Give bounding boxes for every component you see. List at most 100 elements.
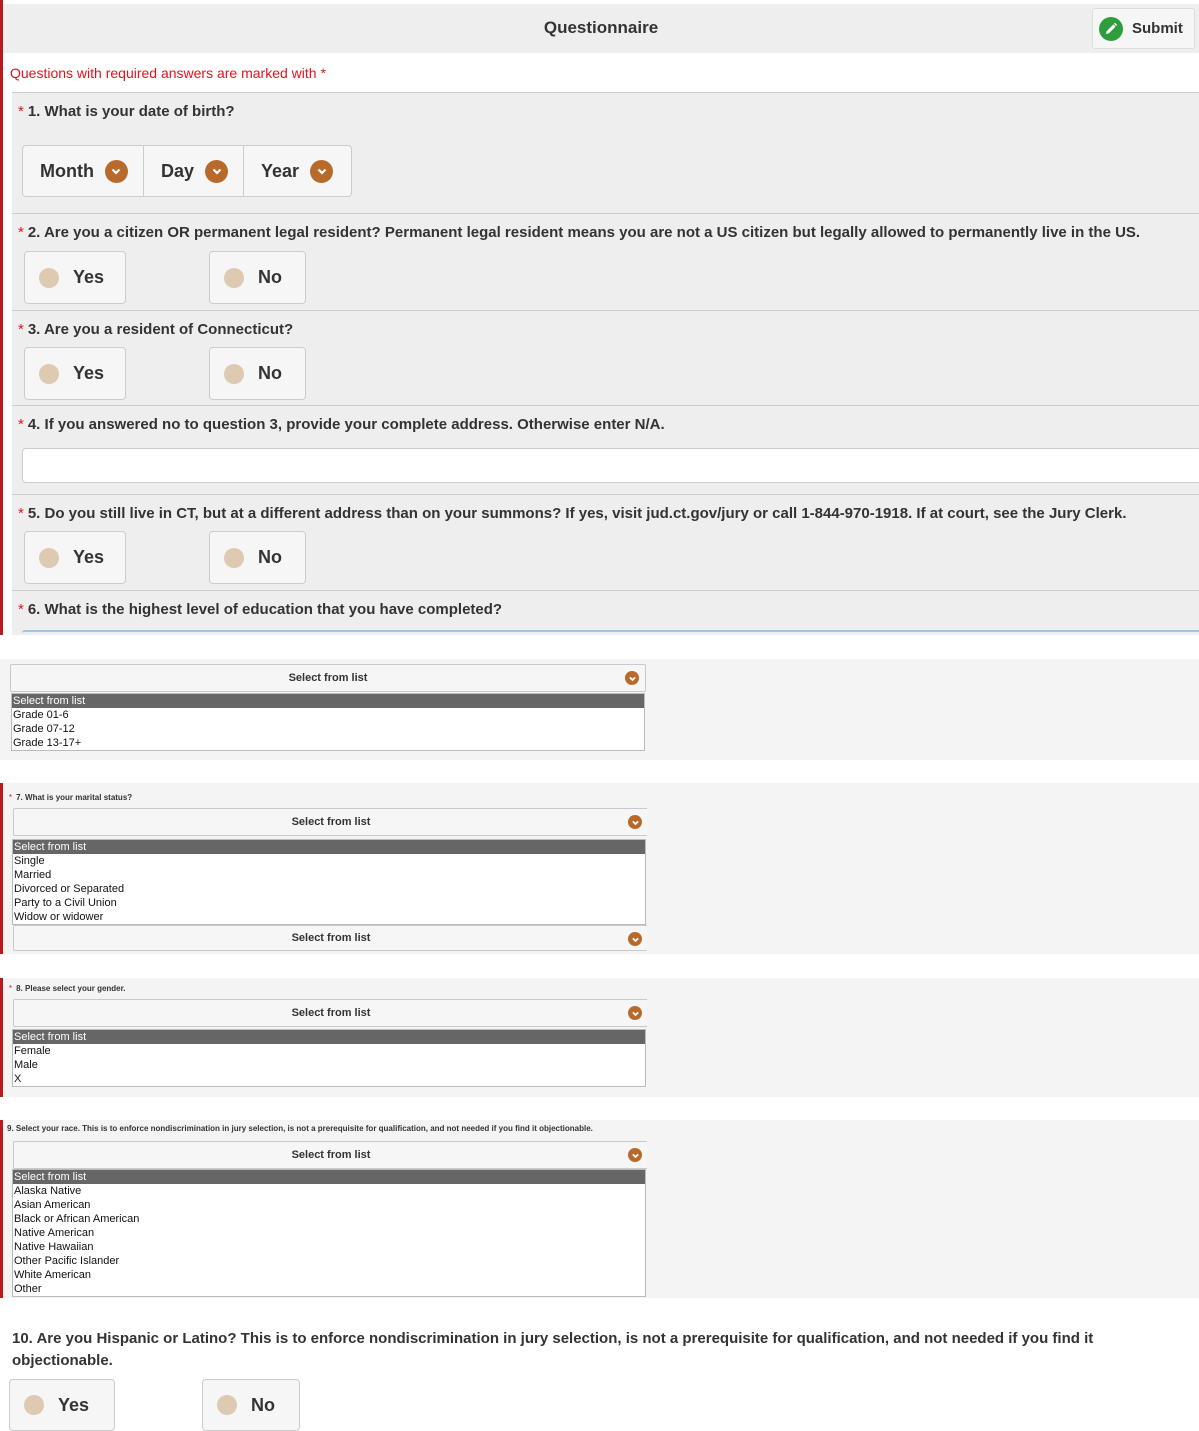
q9-options-list: Select from list Alaska Native Asian Ame…: [12, 1169, 646, 1297]
required-star: *: [18, 505, 24, 522]
q9-select-panel: 9. Select your race. This is to enforce …: [0, 1120, 649, 1298]
chevron-down-icon: [625, 671, 639, 685]
question-4: * 4. If you answered no to question 3, pr…: [12, 405, 1199, 494]
q5-yes-radio[interactable]: Yes: [24, 531, 126, 584]
option[interactable]: Select from list: [13, 840, 645, 854]
q7-select-underneath[interactable]: Select from list: [13, 925, 649, 951]
page-title: Questionnaire: [543, 18, 659, 37]
day-dropdown[interactable]: Day: [144, 146, 245, 196]
option[interactable]: Grade 01-6: [12, 708, 644, 722]
option[interactable]: Native American: [13, 1226, 645, 1240]
required-star: *: [18, 224, 24, 241]
question-8-text: * 8. Please select your gender.: [9, 984, 126, 993]
q9-race-select[interactable]: Select from list: [13, 1141, 649, 1169]
option[interactable]: Married: [13, 868, 645, 882]
option[interactable]: Native Hawaiian: [13, 1240, 645, 1254]
radio-circle-icon: [39, 547, 59, 568]
chevron-down-icon: [310, 159, 334, 183]
option[interactable]: Divorced or Separated: [13, 882, 645, 896]
option[interactable]: Asian American: [13, 1198, 645, 1212]
radio-circle-icon: [224, 547, 244, 568]
q10-yes-radio[interactable]: Yes: [9, 1379, 115, 1431]
question-5-text: * 5. Do you still live in CT, but at a di…: [18, 505, 1127, 522]
question-6-text: * 6. What is the highest level of educati…: [18, 601, 503, 618]
chevron-down-icon: [104, 159, 128, 183]
option[interactable]: Black or African American: [13, 1212, 645, 1226]
radio-circle-icon: [39, 363, 59, 384]
radio-circle-icon: [39, 267, 59, 288]
q6-education-select[interactable]: Select from list: [10, 664, 646, 692]
header-bar: Questionnaire Submit: [3, 0, 1199, 53]
required-star: *: [9, 984, 13, 993]
q8-options-list: Select from list Female Male X: [12, 1029, 646, 1087]
chevron-down-icon: [205, 159, 229, 183]
question-9-text: 9. Select your race. This is to enforce …: [7, 1124, 593, 1133]
required-star: *: [18, 416, 24, 433]
submit-label: Submit: [1132, 20, 1183, 37]
q7-options-list: Select from list Single Married Divorced…: [12, 839, 646, 925]
question-7-text: * 7. What is your marital status?: [9, 793, 133, 802]
required-star: *: [9, 793, 13, 802]
option[interactable]: Grade 13-17+: [12, 736, 644, 750]
option[interactable]: Alaska Native: [13, 1184, 645, 1198]
question-1-text: * 1. What is your date of birth?: [18, 103, 235, 120]
panel-background: [647, 1120, 1199, 1298]
required-note: Questions with required answers are mark…: [10, 65, 326, 81]
question-3: * 3. Are you a resident of Connecticut? Y…: [12, 310, 1199, 405]
select-label: Select from list: [291, 1007, 371, 1019]
question-10-text: 10. Are you Hispanic or Latino? This is …: [12, 1330, 1094, 1369]
option[interactable]: Single: [13, 854, 645, 868]
option[interactable]: X: [13, 1072, 645, 1086]
option[interactable]: Male: [13, 1058, 645, 1072]
address-input[interactable]: [22, 448, 1199, 483]
option[interactable]: Select from list: [13, 1170, 645, 1184]
question-2-text: * 2. Are you a citizen OR permanent legal…: [18, 224, 1141, 241]
day-label: Day: [160, 160, 195, 181]
select-label: Select from list: [291, 816, 371, 828]
q10-no-radio[interactable]: No: [202, 1379, 300, 1431]
option[interactable]: Widow or widower: [13, 910, 645, 924]
month-dropdown[interactable]: Month: [23, 146, 144, 196]
option[interactable]: Select from list: [13, 1030, 645, 1044]
option[interactable]: Female: [13, 1044, 645, 1058]
question-4-text: * 4. If you answered no to question 3, pr…: [18, 416, 665, 433]
pencil-icon: [1099, 16, 1123, 41]
option[interactable]: Grade 07-12: [12, 722, 644, 736]
option[interactable]: Party to a Civil Union: [13, 896, 645, 910]
chevron-down-icon: [628, 1006, 642, 1020]
panel-background: [647, 783, 1199, 954]
question-5: * 5. Do you still live in CT, but at a di…: [12, 494, 1199, 590]
q3-yes-radio[interactable]: Yes: [24, 347, 126, 400]
q3-no-radio[interactable]: No: [209, 347, 306, 400]
required-star: *: [18, 601, 24, 618]
q8-gender-select[interactable]: Select from list: [13, 999, 649, 1027]
option[interactable]: White American: [13, 1268, 645, 1282]
option[interactable]: Other: [13, 1282, 645, 1296]
q6-select-panel: Select from list Select from list Grade …: [0, 659, 647, 760]
year-dropdown[interactable]: Year: [244, 146, 348, 196]
select-label: Select from list: [291, 1149, 371, 1161]
q8-select-panel: * 8. Please select your gender. Select fr…: [0, 978, 649, 1097]
panel-background: [647, 978, 1199, 1097]
required-star: *: [18, 103, 24, 120]
select-label: Select from list: [288, 672, 368, 684]
required-star: *: [18, 321, 24, 338]
question-2: * 2. Are you a citizen OR permanent legal…: [12, 213, 1199, 310]
question-1: * 1. What is your date of birth? Month Da…: [12, 92, 1199, 213]
option[interactable]: Other Pacific Islander: [13, 1254, 645, 1268]
submit-button[interactable]: Submit: [1092, 8, 1195, 49]
month-label: Month: [40, 160, 94, 181]
q5-no-radio[interactable]: No: [209, 531, 306, 584]
q2-no-radio[interactable]: No: [209, 251, 306, 304]
q2-yes-radio[interactable]: Yes: [24, 251, 126, 304]
radio-circle-icon: [24, 1395, 44, 1415]
questionnaire-form: Questionnaire Submit Questions with requ…: [0, 0, 1199, 635]
option[interactable]: Select from list: [12, 694, 644, 708]
select-label: Select from list: [291, 932, 371, 944]
q7-select-panel: * 7. What is your marital status? Select …: [0, 783, 649, 954]
date-of-birth-selector: Month Day Year: [22, 145, 352, 197]
radio-circle-icon: [224, 267, 244, 288]
q7-marital-select[interactable]: Select from list: [13, 808, 649, 836]
select-outline: [22, 630, 1199, 633]
year-label: Year: [261, 160, 300, 181]
